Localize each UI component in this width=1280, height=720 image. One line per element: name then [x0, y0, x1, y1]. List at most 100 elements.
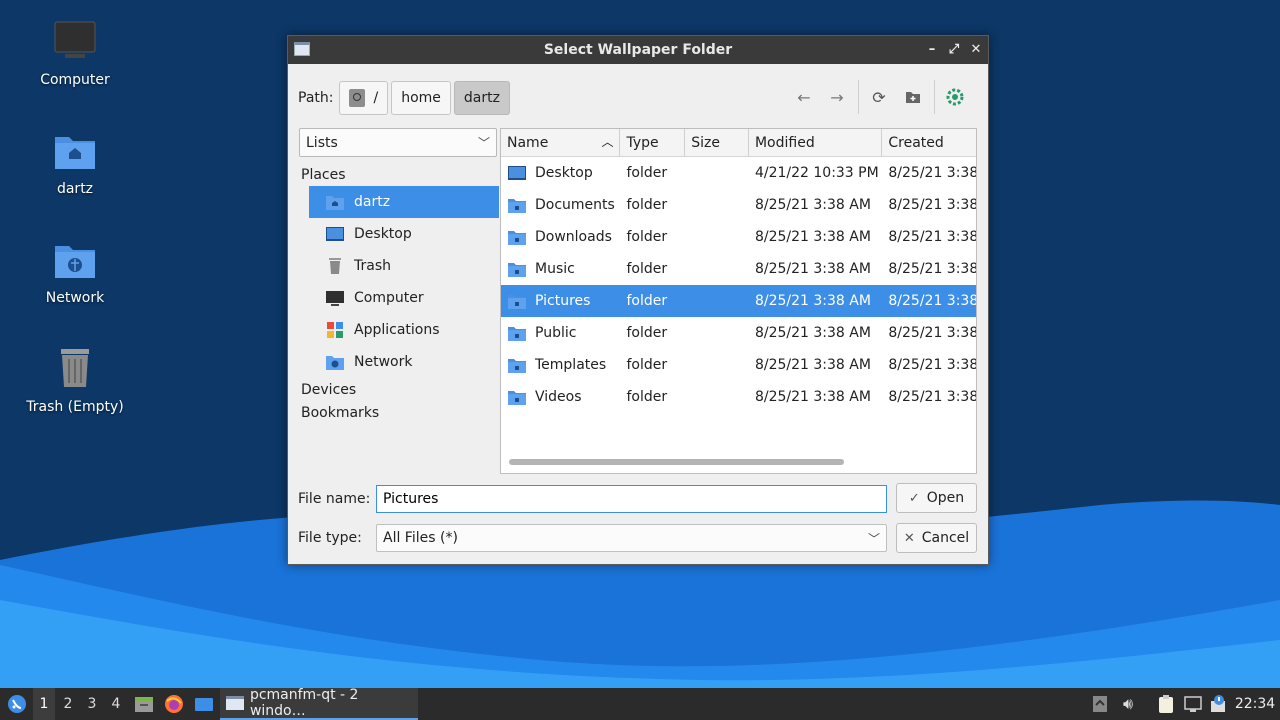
drive-icon	[349, 89, 366, 107]
desktop-icon-trash[interactable]: Trash (Empty)	[15, 345, 135, 415]
workspace-2[interactable]: 2	[57, 688, 79, 720]
horizontal-scrollbar[interactable]	[509, 459, 844, 465]
file-name-input[interactable]	[376, 485, 887, 513]
clock[interactable]: 22:34	[1234, 688, 1276, 720]
firefox-launcher-icon[interactable]	[162, 688, 186, 720]
breadcrumb-label: /	[373, 90, 379, 106]
table-row[interactable]: Templates folder 8/25/21 3:38 AM 8/25/21 3:…	[501, 349, 976, 381]
devices-heading[interactable]: Devices	[299, 378, 499, 401]
table-row[interactable]: Videos folder 8/25/21 3:38 AM 8/25/21 3:38	[501, 381, 976, 413]
sidebar-item-desktop[interactable]: Desktop	[309, 218, 499, 250]
music-folder-icon	[507, 261, 527, 278]
workspace-1[interactable]: 1	[33, 688, 55, 720]
task-window-label: pcmanfm-qt - 2 windo…	[249, 687, 359, 719]
table-row[interactable]: Desktop folder 4/21/22 10:33 PM 8/25/21 3:3…	[501, 157, 976, 189]
file-manager-launcher-icon[interactable]	[132, 688, 156, 720]
file-type-label: File type:	[298, 530, 362, 546]
back-arrow-icon[interactable]: ←	[791, 84, 817, 110]
applications-icon	[325, 321, 345, 339]
file-created-cell: 8/25/21 3:38	[888, 165, 976, 181]
dialog-titlebar[interactable]: Select Wallpaper Folder – ⤢ ✕	[288, 36, 988, 64]
view-mode-select[interactable]: Lists ﹀	[299, 128, 497, 157]
file-name: Templates	[535, 357, 607, 373]
volume-icon[interactable]: 🔊︎	[1116, 688, 1140, 720]
public-folder-icon	[507, 325, 527, 342]
file-list-body: Desktop folder 4/21/22 10:33 PM 8/25/21 3:3…	[501, 157, 976, 413]
desktop-icon-home[interactable]: dartz	[15, 127, 135, 197]
table-row[interactable]: Music folder 8/25/21 3:38 AM 8/25/21 3:38	[501, 253, 976, 285]
tray-panel-icon[interactable]	[1090, 688, 1110, 720]
network-folder-icon	[51, 236, 99, 284]
column-header-modified[interactable]: Modified	[749, 129, 883, 157]
select-folder-dialog: Select Wallpaper Folder – ⤢ ✕ Path: / ho…	[287, 35, 989, 565]
file-type-cell: folder	[626, 229, 668, 245]
chevron-down-icon: ﹀	[477, 136, 490, 150]
file-name-cell: Videos	[501, 389, 620, 406]
file-name: Desktop	[535, 165, 593, 181]
breadcrumb-dartz[interactable]: dartz	[453, 81, 510, 115]
main-menu-icon[interactable]	[4, 688, 30, 720]
column-header-type[interactable]: Type	[620, 129, 686, 157]
sidebar-item-label: Applications	[354, 322, 440, 338]
home-folder-icon	[325, 193, 345, 211]
places-sidebar: Places dartz Desktop Trash Computer Appl…	[299, 164, 499, 464]
table-row[interactable]: Downloads folder 8/25/21 3:38 AM 8/25/21 3:…	[501, 221, 976, 253]
trash-icon	[325, 257, 345, 275]
file-type-select[interactable]: All Files (*) ﹀	[376, 524, 887, 552]
sidebar-item-computer[interactable]: Computer	[309, 282, 499, 314]
workspace-4[interactable]: 4	[105, 688, 127, 720]
file-name: Music	[535, 261, 575, 277]
minimize-icon[interactable]: –	[924, 41, 940, 59]
network-status-icon[interactable]	[1181, 688, 1205, 720]
file-type-cell: folder	[626, 389, 668, 405]
sidebar-item-dartz[interactable]: dartz	[309, 186, 499, 218]
open-button[interactable]: ✓ Open	[896, 483, 977, 513]
dialog-title: Select Wallpaper Folder	[543, 42, 733, 58]
reload-icon[interactable]: ⟳	[866, 84, 892, 110]
column-header-created[interactable]: Created	[882, 129, 976, 157]
places-heading[interactable]: Places	[299, 164, 499, 186]
breadcrumb-home[interactable]: home	[391, 81, 451, 115]
file-created-cell: 8/25/21 3:38	[888, 325, 976, 341]
file-name-cell: Downloads	[501, 229, 620, 246]
new-folder-icon[interactable]	[900, 84, 926, 110]
sidebar-item-label: Network	[354, 354, 413, 370]
bookmarks-heading[interactable]: Bookmarks	[299, 401, 499, 424]
sidebar-item-network[interactable]: Network	[309, 346, 499, 378]
clipboard-icon[interactable]	[1154, 688, 1178, 720]
settings-gear-icon[interactable]	[942, 84, 968, 110]
file-modified-cell: 8/25/21 3:38 AM	[754, 229, 871, 245]
maximize-icon[interactable]: ⤢	[946, 41, 962, 59]
column-header-size[interactable]: Size	[685, 129, 749, 157]
update-notification-icon[interactable]	[1207, 688, 1229, 720]
file-name: Documents	[535, 197, 615, 213]
desktop-icon-network[interactable]: Network	[15, 236, 135, 306]
forward-arrow-icon[interactable]: →	[824, 84, 850, 110]
sidebar-item-applications[interactable]: Applications	[309, 314, 499, 346]
table-row[interactable]: Public folder 8/25/21 3:38 AM 8/25/21 3:38	[501, 317, 976, 349]
show-desktop-icon[interactable]	[192, 688, 216, 720]
breadcrumb-label: home	[401, 90, 441, 106]
checkmark-icon: ✓	[908, 490, 920, 506]
task-window-pcmanfm[interactable]: pcmanfm-qt - 2 windo…	[220, 687, 418, 720]
file-type-cell: folder	[626, 261, 668, 277]
file-modified-cell: 8/25/21 3:38 AM	[754, 357, 871, 373]
file-modified-cell: 8/25/21 3:38 AM	[754, 197, 871, 213]
desktop-icon-computer[interactable]: Computer	[15, 18, 135, 88]
table-row[interactable]: Pictures folder 8/25/21 3:38 AM 8/25/21 3:3…	[501, 285, 976, 317]
sort-ascending-icon: ︿	[601, 135, 614, 149]
desktop-icon	[325, 225, 345, 243]
network-folder-icon	[325, 353, 345, 371]
file-name-cell: Pictures	[501, 293, 620, 310]
cancel-button[interactable]: ✕ Cancel	[896, 523, 977, 553]
column-header-name[interactable]: Name ︿	[501, 129, 621, 157]
file-name-cell: Templates	[501, 357, 620, 374]
file-name-cell: Music	[501, 261, 620, 278]
taskbar: 1 2 3 4 pcmanfm-qt - 2 windo… 🔊︎ 22:34	[0, 687, 1280, 720]
table-row[interactable]: Documents folder 8/25/21 3:38 AM 8/25/21 3:…	[501, 189, 976, 221]
workspace-3[interactable]: 3	[81, 688, 103, 720]
column-label: Type	[626, 135, 659, 151]
sidebar-item-trash[interactable]: Trash	[309, 250, 499, 282]
close-icon[interactable]: ✕	[968, 41, 984, 59]
breadcrumb-root[interactable]: /	[339, 81, 389, 115]
